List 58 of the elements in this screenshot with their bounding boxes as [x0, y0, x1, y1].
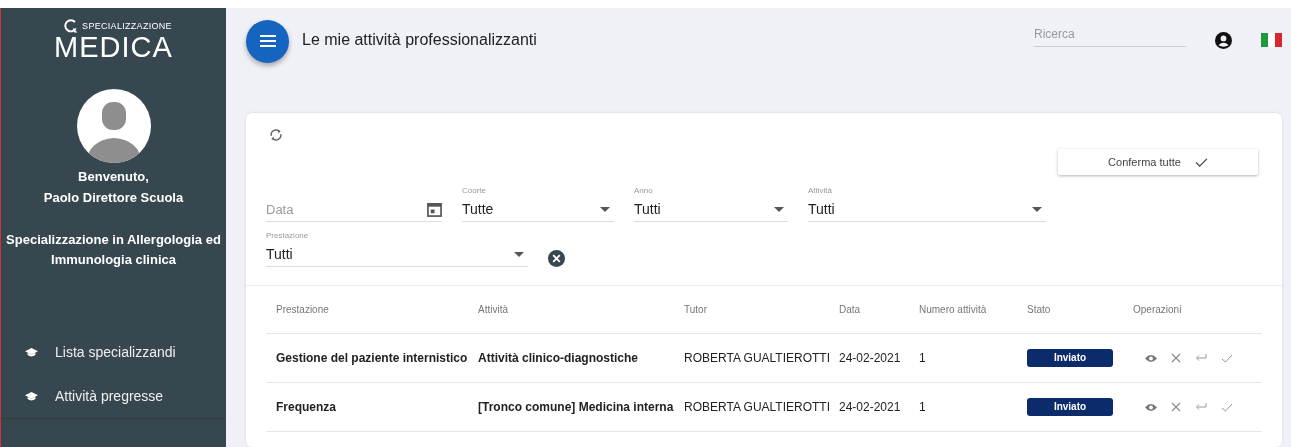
field-label: Prestazione — [266, 231, 310, 242]
graduation-cap-icon — [25, 346, 38, 358]
user-name: Paolo Direttore Scuola — [43, 190, 184, 206]
select-field[interactable]: Tutte — [462, 197, 614, 222]
select-field[interactable]: Tutti — [634, 197, 788, 222]
table-cell-text: ROBERTA GUALTIEROTTI — [684, 400, 832, 414]
dropdown-arrow-icon — [514, 251, 524, 257]
page-title: Le mie attività professionalizzanti — [302, 31, 538, 49]
table-cell-text: 1 — [919, 400, 927, 414]
check-icon[interactable] — [1221, 402, 1233, 412]
view-icon[interactable] — [1145, 353, 1157, 363]
account-icon[interactable] — [1215, 31, 1232, 49]
search-field[interactable]: Ricerca — [1034, 25, 1186, 47]
view-icon[interactable] — [1145, 402, 1157, 412]
table-cell-text: Gestione del paziente internistico — [276, 351, 469, 365]
status-badge: Inviato — [1027, 398, 1113, 416]
dropdown-arrow-icon — [600, 206, 610, 212]
column-header: Operazioni — [1133, 304, 1183, 315]
column-header: Attività — [478, 304, 509, 315]
graduation-cap-icon — [25, 390, 38, 402]
welcome-text: Benvenuto, — [78, 169, 149, 185]
select-field[interactable]: Tutti — [266, 242, 528, 267]
table-cell-text: [Tronco comune] Medicina interna — [478, 400, 675, 414]
dropdown-arrow-icon — [1032, 206, 1042, 212]
column-header: Numero attività — [919, 304, 988, 315]
field-label: Anno — [634, 186, 654, 197]
table-cell-text: ROBERTA GUALTIEROTTI — [684, 351, 832, 365]
flag-icon[interactable] — [1261, 33, 1282, 47]
column-header: Stato — [1027, 304, 1052, 315]
dropdown-arrow-icon — [774, 206, 784, 212]
select-field[interactable]: Tutti — [808, 197, 1046, 222]
menu-button[interactable] — [246, 19, 289, 63]
logo-icon — [63, 18, 80, 34]
menu-item[interactable]: Attività pregresse — [1, 374, 226, 418]
menu-icon — [259, 35, 276, 47]
table-cell-text: 24-02-2021 — [839, 400, 902, 414]
column-header: Data — [839, 304, 862, 315]
status-badge: Inviato — [1027, 349, 1113, 367]
check-icon — [1194, 157, 1208, 167]
school-name: Specializzazione in Allergologia ed Immunologia clinica — [5, 231, 222, 269]
column-header: Tutor — [684, 304, 708, 315]
avatar-icon — [75, 88, 152, 164]
close-icon[interactable] — [1171, 402, 1181, 412]
column-header: Prestazione — [276, 304, 330, 315]
table-cell-text: Frequenza — [276, 400, 337, 414]
table-cell-text: 24-02-2021 — [839, 351, 902, 365]
field-label: Coorte — [462, 186, 487, 197]
confirm-all-button[interactable]: Conferma tutte — [1058, 149, 1258, 175]
menu-item[interactable]: Lista specializzandi — [1, 330, 226, 374]
check-icon[interactable] — [1221, 353, 1233, 363]
table-cell-text: Attività clinico-diagnostiche — [478, 351, 640, 365]
logo: SPECIALIZZAZIONE MEDICA — [54, 18, 173, 60]
clear-icon[interactable] — [548, 250, 565, 267]
close-icon[interactable] — [1171, 353, 1181, 363]
table-cell-text: 1 — [919, 351, 927, 365]
sync-icon[interactable] — [268, 127, 284, 143]
field-label: Attività — [808, 186, 833, 197]
calendar-icon — [427, 201, 442, 217]
